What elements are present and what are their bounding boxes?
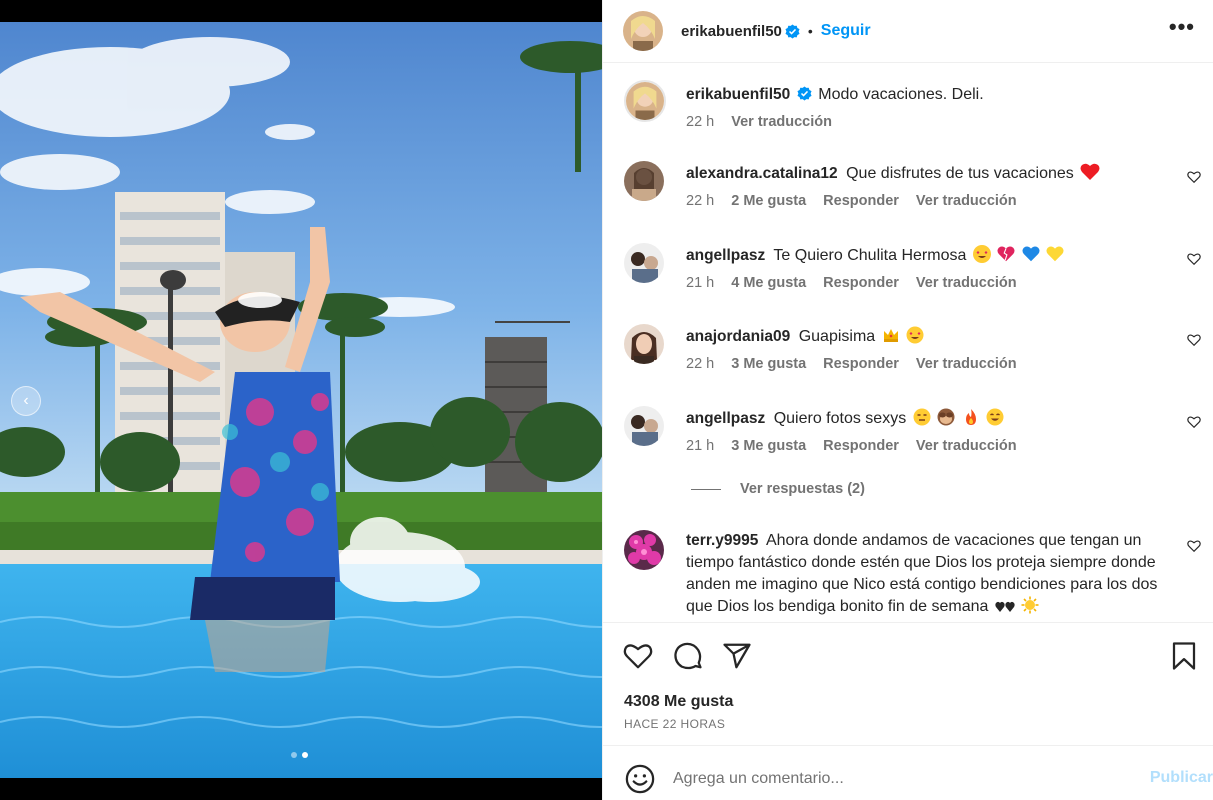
carousel-dot — [291, 752, 297, 758]
like-comment-heart-icon[interactable] — [1187, 170, 1201, 184]
commenter-avatar[interactable] — [624, 161, 664, 201]
save-bookmark-icon[interactable] — [1169, 641, 1199, 671]
like-comment-heart-icon[interactable] — [1187, 415, 1201, 429]
carousel-dot-active — [302, 752, 308, 758]
author-avatar[interactable] — [623, 11, 663, 51]
carousel-indicator — [291, 752, 308, 758]
publish-button[interactable]: Publicar — [1150, 769, 1213, 787]
caption-avatar[interactable] — [624, 80, 666, 122]
verified-badge-icon — [785, 23, 800, 39]
like-comment-heart-icon[interactable] — [1187, 252, 1201, 266]
post-side-panel: erikabuenfil50 • Seguir ••• erikabuenfil… — [602, 0, 1213, 800]
commenter-avatar[interactable] — [624, 406, 664, 446]
share-send-icon[interactable] — [722, 641, 752, 671]
comment-text: Que disfrutes de tus vacaciones — [846, 165, 1074, 182]
caption: erikabuenfil50 Modo vacaciones. Deli. 22 … — [624, 80, 1194, 130]
crown-emoji-icon — [882, 326, 900, 344]
follow-button[interactable]: Seguir — [821, 22, 871, 40]
red-heart-emoji-icon — [1080, 163, 1100, 181]
comment-time[interactable]: 21 h — [686, 438, 714, 454]
post-header: erikabuenfil50 • Seguir ••• — [603, 0, 1213, 63]
translate-link[interactable]: Ver traducción — [916, 356, 1017, 372]
comment-text: Guapisima — [798, 328, 876, 345]
translate-link[interactable]: Ver traducción — [731, 114, 832, 130]
comment-item: angellpasz Quiero fotos sexys 21 h 3 Me … — [624, 406, 1201, 454]
comment-username[interactable]: alexandra.catalina12 — [686, 165, 838, 182]
comment-item: angellpasz Te Quiero Chulita Hermosa 21 … — [624, 243, 1201, 291]
comment-username[interactable]: terr.y9995 — [686, 532, 758, 549]
emoji-picker-icon[interactable] — [625, 764, 655, 794]
comment-item: alexandra.catalina12 Que disfrutes de tu… — [624, 161, 1201, 209]
comment-likes[interactable]: 3 Me gusta — [731, 438, 806, 454]
expressionless-emoji-icon — [913, 408, 931, 426]
translate-link[interactable]: Ver traducción — [916, 438, 1017, 454]
comment-username[interactable]: anajordania09 — [686, 328, 790, 345]
post-photo[interactable] — [0, 22, 602, 778]
comment-time[interactable]: 22 h — [686, 356, 714, 372]
blue-heart-emoji-icon — [1022, 245, 1040, 263]
comment-text: Te Quiero Chulita Hermosa — [773, 247, 967, 264]
commenter-avatar[interactable] — [624, 243, 664, 283]
like-comment-heart-icon[interactable] — [1187, 333, 1201, 347]
black-hearts-emoji-icon — [995, 600, 1015, 618]
like-comment-heart-icon[interactable] — [1187, 539, 1201, 553]
see-no-evil-monkey-emoji-icon — [937, 408, 955, 426]
reply-button[interactable]: Responder — [823, 356, 899, 372]
fire-emoji-icon — [962, 408, 980, 426]
comment-bubble-icon[interactable] — [673, 641, 703, 671]
yellow-heart-emoji-icon — [1046, 245, 1064, 263]
comment-input[interactable] — [673, 767, 1113, 791]
commenter-avatar[interactable] — [624, 530, 664, 570]
chevron-left-icon: ‹ — [23, 392, 29, 409]
like-heart-icon[interactable] — [623, 641, 653, 671]
more-options-icon[interactable]: ••• — [1169, 14, 1195, 40]
translate-link[interactable]: Ver traducción — [916, 193, 1017, 209]
broken-heart-emoji-icon — [997, 245, 1015, 263]
comments-list: erikabuenfil50 Modo vacaciones. Deli. 22 … — [603, 64, 1213, 622]
heart-eyes-emoji-icon — [906, 326, 924, 344]
reply-button[interactable]: Responder — [823, 193, 899, 209]
sun-emoji-icon — [1021, 596, 1039, 614]
author-username[interactable]: erikabuenfil50 — [681, 23, 782, 40]
pool-vacation-image — [0, 22, 602, 778]
reply-button[interactable]: Responder — [823, 438, 899, 454]
comment-time[interactable]: 21 h — [686, 275, 714, 291]
grinning-emoji-icon — [986, 408, 1004, 426]
caption-username[interactable]: erikabuenfil50 — [686, 86, 790, 103]
view-replies-label: Ver respuestas (2) — [740, 481, 865, 497]
commenter-avatar[interactable] — [624, 324, 664, 364]
comment-username[interactable]: angellpasz — [686, 410, 765, 427]
carousel-prev-button[interactable]: ‹ — [11, 386, 41, 416]
separator-dot: • — [807, 23, 813, 39]
comment-likes[interactable]: 2 Me gusta — [731, 193, 806, 209]
heart-eyes-emoji-icon — [972, 245, 991, 263]
likes-count[interactable]: 4308 Me gusta — [624, 693, 733, 711]
caption-text: Modo vacaciones. Deli. — [818, 86, 984, 103]
replies-divider — [691, 488, 721, 490]
comment-time[interactable]: 22 h — [686, 193, 714, 209]
post-media: ‹ — [0, 0, 602, 800]
add-comment-bar: Publicar — [603, 757, 1213, 800]
post-actions: 4308 Me gusta HACE 22 HORAS — [603, 622, 1213, 746]
comment-item: anajordania09 Guapisima 22 h 3 Me gusta … — [624, 324, 1201, 372]
comment-username[interactable]: angellpasz — [686, 247, 765, 264]
comment-likes[interactable]: 4 Me gusta — [731, 275, 806, 291]
comment-likes[interactable]: 3 Me gusta — [731, 356, 806, 372]
post-timestamp[interactable]: HACE 22 HORAS — [624, 717, 725, 731]
comment-text: Quiero fotos sexys — [773, 410, 907, 427]
comment-item: terr.y9995 Ahora donde andamos de vacaci… — [624, 530, 1201, 618]
translate-link[interactable]: Ver traducción — [916, 275, 1017, 291]
view-replies-button[interactable]: Ver respuestas (2) — [691, 481, 865, 497]
verified-badge-icon — [797, 86, 812, 101]
reply-button[interactable]: Responder — [823, 275, 899, 291]
caption-time[interactable]: 22 h — [686, 114, 714, 130]
